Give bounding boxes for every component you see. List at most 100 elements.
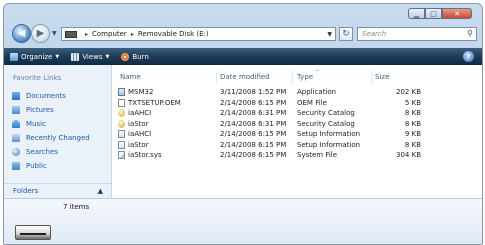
file-size-cell: 8 KB <box>404 109 421 117</box>
favorite-link-recently-changed[interactable]: Recently Changed <box>12 131 90 145</box>
favorite-link-label: Public <box>26 162 47 170</box>
column-header-name[interactable]: Name <box>118 71 217 84</box>
forward-arrow-icon: ▶ <box>36 28 45 39</box>
close-icon: ✕ <box>454 9 460 18</box>
file-date-cell: 2/14/2008 6:15 PM <box>220 151 287 159</box>
burn-label: Burn <box>132 52 149 61</box>
close-button[interactable]: ✕ <box>442 8 472 19</box>
recently-changed-icon <box>12 134 20 142</box>
views-label: Views <box>82 52 103 61</box>
file-name-cell: iaStor <box>118 119 149 130</box>
column-header-size[interactable]: Size <box>373 71 415 84</box>
refresh-icon: ↻ <box>342 29 350 39</box>
file-date-cell: 2/14/2008 6:15 PM <box>220 130 287 138</box>
column-header-date[interactable]: Date modified <box>218 71 293 84</box>
file-size-cell: 5 KB <box>404 98 421 107</box>
refresh-button[interactable]: ↻ <box>339 27 353 41</box>
file-name-cell: iaStor <box>118 140 149 151</box>
file-size-cell: 8 KB <box>404 119 421 128</box>
favorite-link-searches[interactable]: Searches <box>12 145 90 159</box>
file-row[interactable]: iaStor.sys 2/14/2008 6:15 PM System File 30… <box>112 150 482 161</box>
file-name: TXTSETUP.OEM <box>128 98 181 107</box>
search-icon[interactable]: ⚲ <box>467 29 473 38</box>
file-sys-icon <box>118 151 125 160</box>
column-headers: Name Date modified ⌃ Type Size <box>112 69 482 84</box>
column-header-type[interactable]: ⌃ Type <box>295 69 372 84</box>
file-name-cell: iaStor.sys <box>118 150 162 161</box>
drive-icon <box>65 30 77 38</box>
breadcrumb-computer[interactable]: Computer <box>92 30 127 38</box>
file-app-icon <box>118 88 125 97</box>
search-box[interactable]: Search ⚲ <box>357 27 477 41</box>
file-type-cell: System File <box>297 151 338 159</box>
file-type-cell: Setup Information <box>297 130 361 138</box>
file-name-cell: iaAHCI <box>118 129 151 140</box>
file-inf-icon <box>118 130 125 139</box>
address-bar[interactable]: ▸ Computer ▸ Removable Disk (E:) ▼ <box>61 27 336 41</box>
item-count: 7 items <box>63 203 90 211</box>
favorite-link-label: Recently Changed <box>26 134 90 142</box>
views-button[interactable]: Views ▼ <box>65 48 115 65</box>
help-button[interactable]: ? <box>463 51 474 62</box>
documents-icon <box>12 92 20 100</box>
back-arrow-icon: ◀ <box>17 28 26 39</box>
breadcrumb-separator-icon[interactable]: ▸ <box>131 31 134 38</box>
favorite-link-documents[interactable]: Documents <box>12 89 90 103</box>
favorite-link-label: Searches <box>26 148 59 156</box>
favorite-link-label: Pictures <box>26 106 54 114</box>
removable-disk-icon <box>15 225 51 240</box>
minimize-button[interactable]: ▁ <box>408 8 425 19</box>
file-inf-icon <box>118 140 125 149</box>
burn-icon <box>121 52 130 61</box>
chevron-up-icon: ▲ <box>97 187 103 195</box>
file-cat-icon <box>118 109 125 118</box>
file-type-cell: OEM File <box>297 98 327 107</box>
maximize-icon: □ <box>430 9 437 18</box>
details-pane: 7 items <box>4 198 482 244</box>
address-dropdown-icon[interactable]: ▼ <box>327 31 332 38</box>
file-type-cell: Application <box>297 88 337 96</box>
favorite-links-heading: Favorite Links <box>13 74 62 82</box>
breadcrumb-separator-icon[interactable]: ▸ <box>85 31 88 38</box>
file-type-cell: Setup Information <box>297 140 361 149</box>
file-row[interactable]: iaStor 2/14/2008 6:31 PM Security Catalog 8… <box>112 119 482 130</box>
caption-buttons: ▁ □ ✕ <box>408 8 472 19</box>
chevron-down-icon: ▼ <box>105 53 110 60</box>
file-size-cell: 9 KB <box>404 130 421 138</box>
folders-toggle[interactable]: Folders ▲ <box>4 183 111 198</box>
address-row: ◀ ▶ ▼ ▸ Computer ▸ Removable Disk (E:) ▼… <box>9 24 477 46</box>
file-type-cell: Security Catalog <box>297 109 355 117</box>
maximize-button[interactable]: □ <box>425 8 442 19</box>
favorite-link-pictures[interactable]: Pictures <box>12 103 90 117</box>
recent-pages-dropdown[interactable]: ▼ <box>52 30 57 37</box>
sort-arrow-icon: ⌃ <box>315 69 321 76</box>
file-name: iaStor <box>128 119 149 128</box>
organize-label: Organize <box>21 52 53 61</box>
searches-icon <box>12 148 20 156</box>
file-size-cell: 202 KB <box>396 88 421 96</box>
file-row[interactable]: iaStor 2/14/2008 6:15 PM Setup Information… <box>112 140 482 151</box>
organize-button[interactable]: Organize ▼ <box>4 48 65 65</box>
file-row[interactable]: iaAHCI 2/14/2008 6:31 PM Security Catalog 8… <box>112 108 482 119</box>
favorite-link-music[interactable]: Music <box>12 117 90 131</box>
favorite-link-public[interactable]: Public <box>12 159 90 173</box>
favorite-link-label: Music <box>26 120 46 128</box>
file-size-cell: 8 KB <box>404 140 421 149</box>
burn-button[interactable]: Burn <box>115 48 154 65</box>
column-header-label: Name <box>120 73 141 81</box>
file-row[interactable]: iaAHCI 2/14/2008 6:15 PM Setup Information… <box>112 129 482 140</box>
forward-button[interactable]: ▶ <box>31 24 50 43</box>
file-row[interactable]: MSM32 3/11/2008 1:52 PM Application 202 KB <box>112 87 482 98</box>
back-button[interactable]: ◀ <box>12 24 31 43</box>
breadcrumb-removable-disk[interactable]: Removable Disk (E:) <box>138 30 209 38</box>
file-name: iaAHCI <box>128 130 152 138</box>
column-header-label: Type <box>297 73 314 81</box>
file-name-cell: TXTSETUP.OEM <box>118 98 181 109</box>
file-row[interactable]: TXTSETUP.OEM 2/14/2008 6:15 PM OEM File 5 K… <box>112 98 482 109</box>
column-header-label: Size <box>375 73 390 81</box>
file-name: iaStor.sys <box>128 151 162 159</box>
file-date-cell: 2/14/2008 6:15 PM <box>220 140 287 149</box>
file-name: MSM32 <box>128 88 154 96</box>
file-type-cell: Security Catalog <box>297 119 355 128</box>
favorite-link-label: Documents <box>26 92 66 100</box>
